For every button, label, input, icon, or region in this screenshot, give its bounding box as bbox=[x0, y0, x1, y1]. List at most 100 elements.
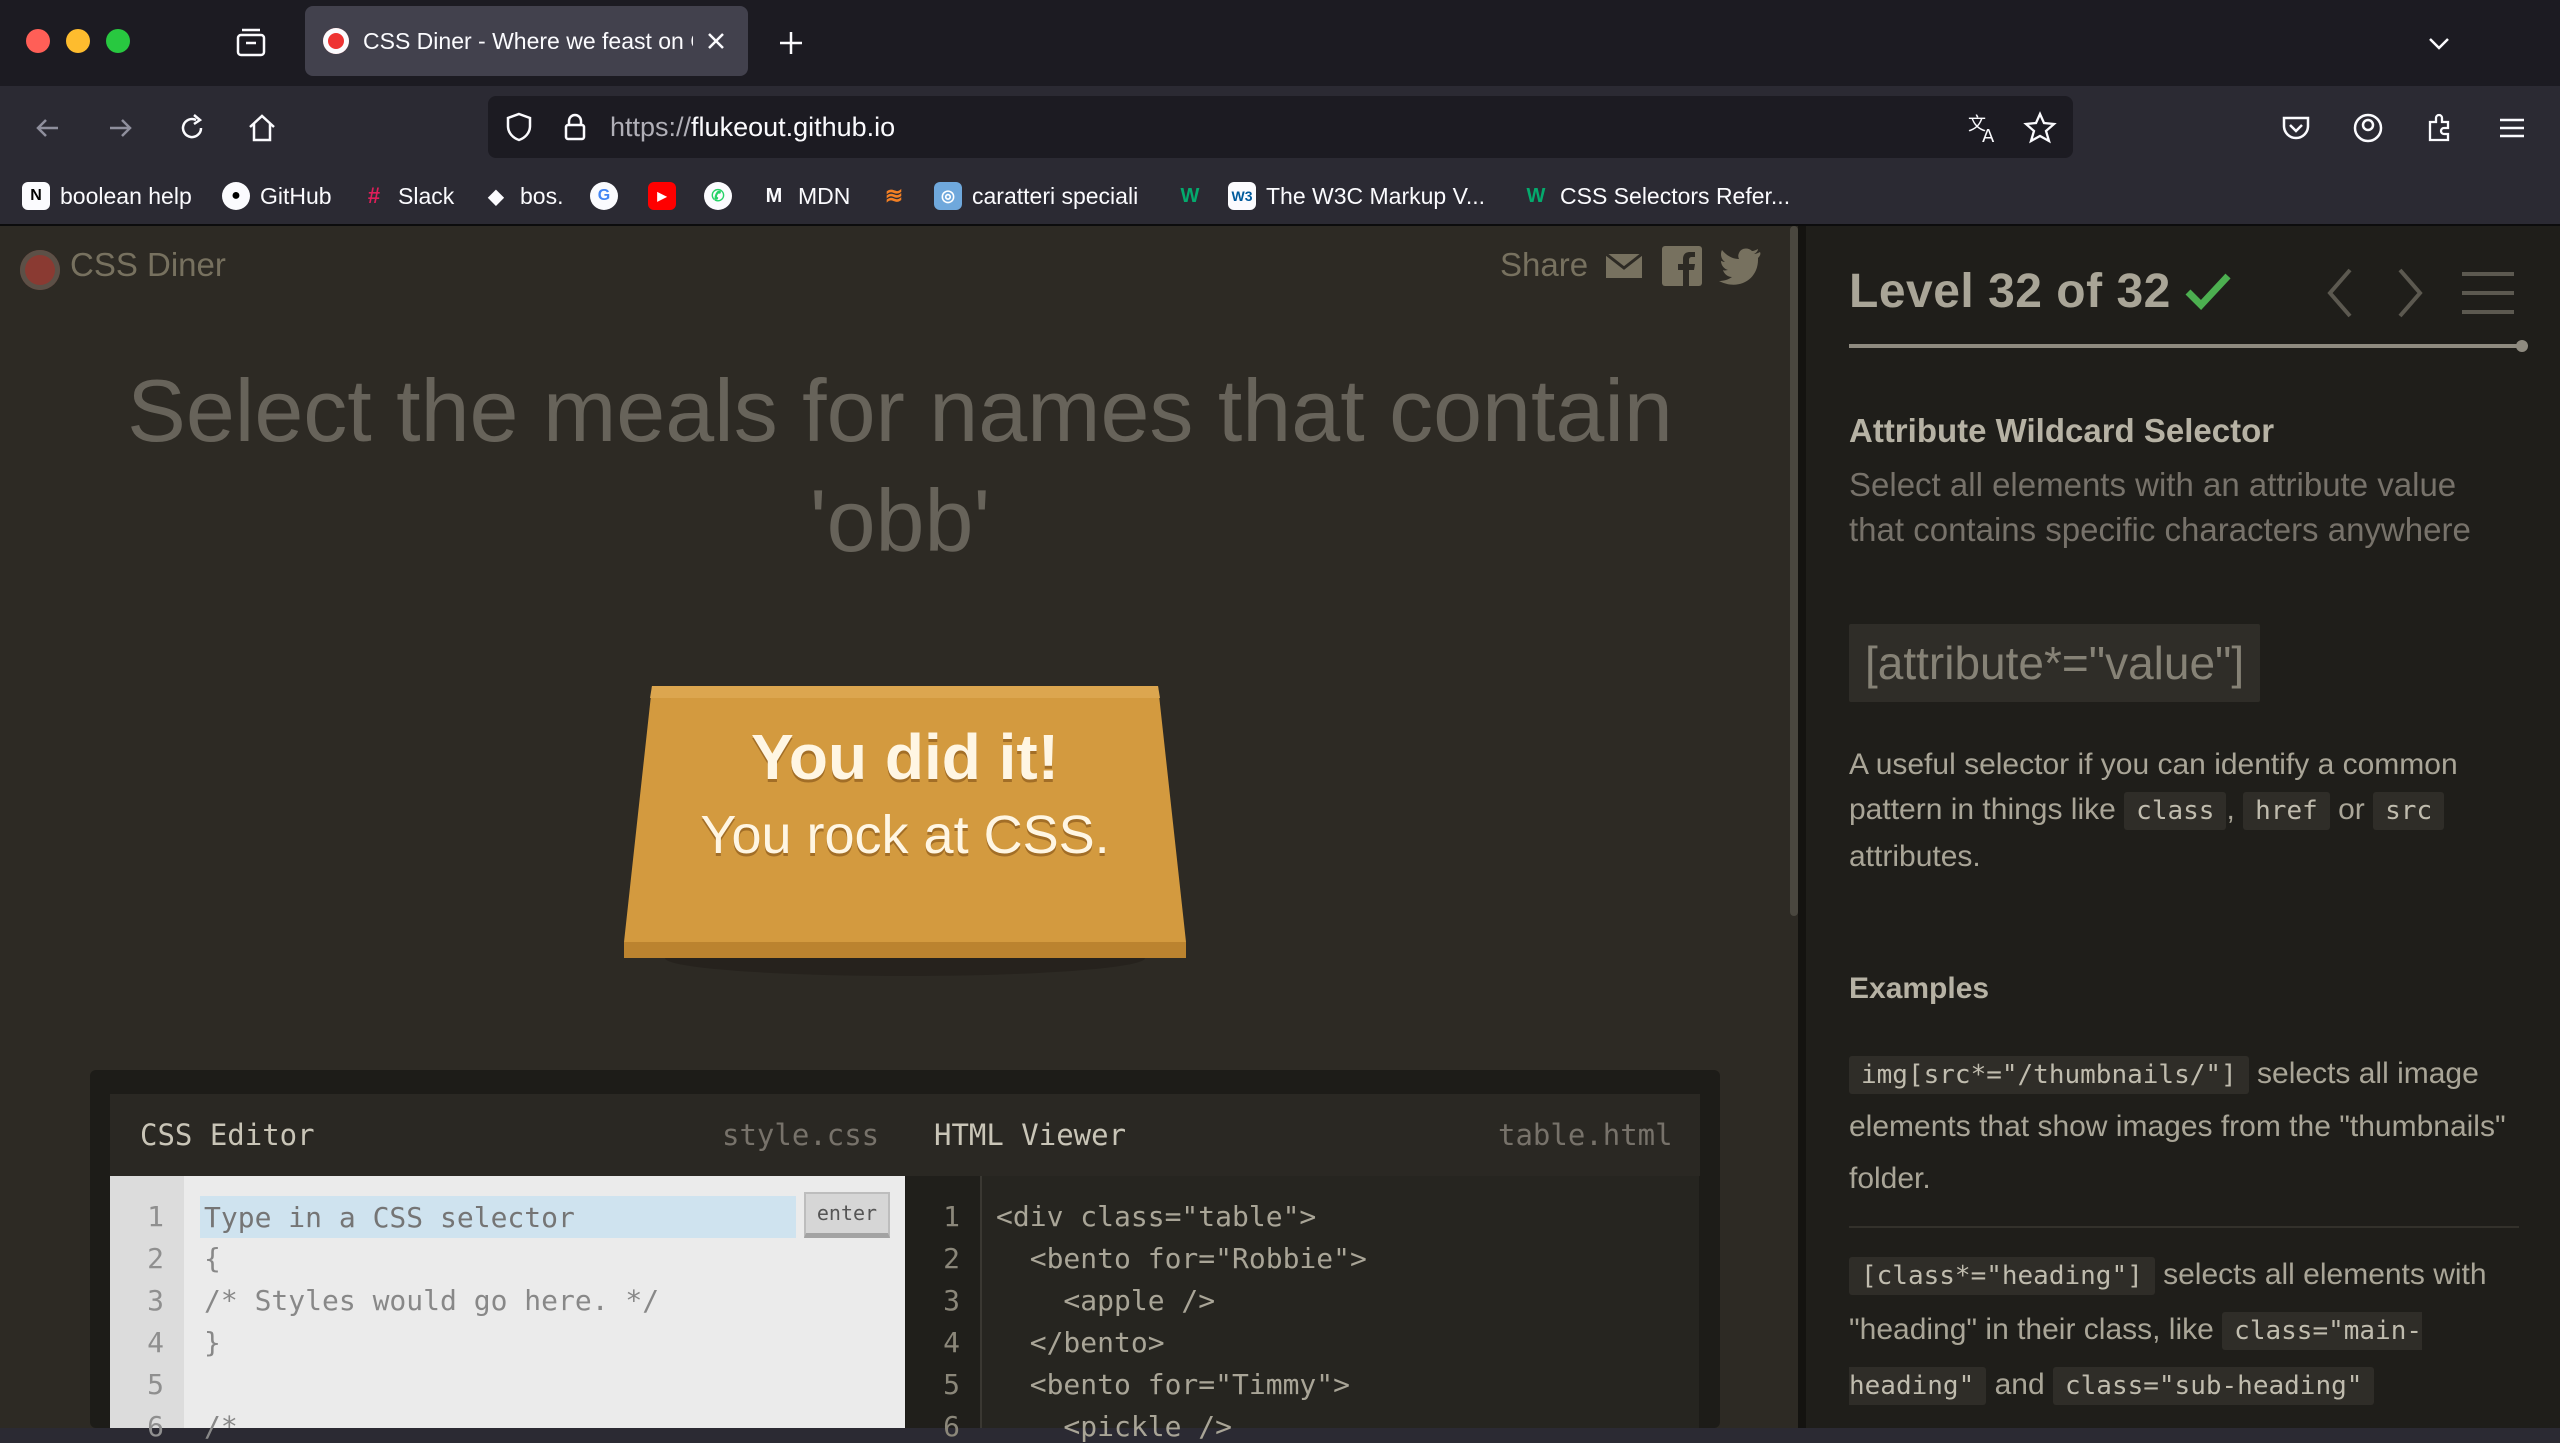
collections-icon[interactable] bbox=[234, 26, 268, 60]
line-number: 4 bbox=[147, 1326, 164, 1359]
bookmark-label: Slack bbox=[398, 182, 455, 209]
globe-icon: ◎ bbox=[934, 182, 962, 210]
line-number: 3 bbox=[943, 1284, 960, 1317]
diamond-icon: ◆ bbox=[488, 185, 504, 208]
account-icon[interactable] bbox=[2350, 110, 2386, 146]
line-number: 1 bbox=[147, 1200, 164, 1233]
bookmark-star-icon[interactable] bbox=[2022, 110, 2058, 146]
translate-icon[interactable]: 文A bbox=[1966, 110, 2002, 146]
forward-arrow-icon[interactable] bbox=[102, 110, 138, 146]
instruction-line-1: Select the meals for names that contain bbox=[127, 361, 1673, 460]
list-all-tabs-chevron-down-icon[interactable] bbox=[2422, 26, 2456, 60]
url-domain: flukeout.github.io bbox=[691, 112, 896, 142]
reload-icon[interactable] bbox=[174, 110, 210, 146]
lock-icon[interactable] bbox=[558, 110, 592, 144]
mdn-icon: M bbox=[765, 184, 783, 207]
bookmark-label: boolean help bbox=[60, 182, 192, 209]
completed-checkmark-icon bbox=[2185, 273, 2231, 311]
hint-code-class: class bbox=[2124, 792, 2227, 830]
app-menu-hamburger-icon[interactable] bbox=[2494, 110, 2530, 146]
bookmark-github[interactable]: ● GitHub bbox=[222, 178, 332, 214]
hint-or: or bbox=[2338, 793, 2365, 826]
selector-syntax: [attribute*="value"] bbox=[1849, 624, 2261, 702]
bookmark-mdn[interactable]: M MDN bbox=[760, 178, 851, 214]
zoom-window-button[interactable] bbox=[106, 29, 130, 53]
w3c-icon: W3 bbox=[1228, 182, 1256, 210]
css-selector-input[interactable] bbox=[200, 1196, 796, 1238]
css-code-line: } bbox=[204, 1326, 221, 1359]
line-number: 4 bbox=[943, 1326, 960, 1359]
tracking-protection-shield-icon[interactable] bbox=[502, 110, 536, 144]
close-window-button[interactable] bbox=[26, 29, 50, 53]
new-tab-icon[interactable] bbox=[774, 26, 808, 60]
html-code-line[interactable]: <apple /> bbox=[996, 1284, 1215, 1317]
enter-button[interactable]: enter bbox=[804, 1192, 890, 1238]
tab-css-diner[interactable]: CSS Diner - Where we feast on C bbox=[305, 6, 748, 76]
stackoverflow-icon[interactable]: ≋ bbox=[880, 182, 908, 210]
w3schools-icon[interactable]: W bbox=[1176, 182, 1204, 210]
selector-hint: A useful selector if you can identify a … bbox=[1849, 742, 2509, 879]
share-label: Share bbox=[1500, 246, 1589, 283]
line-number: 5 bbox=[147, 1368, 164, 1401]
game-scrollbar[interactable] bbox=[1790, 226, 1798, 916]
example-2-and: and bbox=[1994, 1368, 2045, 1401]
example-1: img[src*="/thumbnails/"] selects all ima… bbox=[1849, 1048, 2509, 1205]
next-level-chevron-right-icon[interactable] bbox=[2392, 266, 2428, 320]
bookmark-w3c-markup[interactable]: W3 The W3C Markup V... bbox=[1228, 178, 1485, 214]
instruction-line-2: 'obb' bbox=[809, 471, 991, 570]
bookmark-caratteri-speciali[interactable]: ◎ caratteri speciali bbox=[934, 178, 1138, 214]
slack-icon: # bbox=[367, 183, 381, 208]
minimize-window-button[interactable] bbox=[66, 29, 90, 53]
url-text[interactable]: https://flukeout.github.io bbox=[610, 112, 895, 143]
hint-separator: , bbox=[2226, 793, 2235, 826]
html-viewer-title: HTML Viewer bbox=[934, 1118, 1127, 1152]
progress-end-dot bbox=[2516, 340, 2528, 352]
notion-icon: N bbox=[22, 182, 50, 210]
bookmark-css-selectors-ref[interactable]: W CSS Selectors Refer... bbox=[1522, 178, 1791, 214]
html-code-line[interactable]: <div class="table"> bbox=[996, 1200, 1316, 1233]
whatsapp-icon[interactable]: ✆ bbox=[704, 182, 732, 210]
bookmark-label: GitHub bbox=[260, 182, 332, 209]
pocket-icon[interactable] bbox=[2278, 110, 2314, 146]
line-number: 5 bbox=[943, 1368, 960, 1401]
level-progress-fill bbox=[1849, 344, 2525, 348]
html-code-line[interactable]: <pickle /> bbox=[996, 1410, 1232, 1443]
github-icon: ● bbox=[222, 182, 250, 210]
url-scheme: https:// bbox=[610, 112, 692, 142]
close-tab-icon[interactable] bbox=[701, 26, 731, 56]
line-number: 2 bbox=[147, 1242, 164, 1275]
level-progress-bar bbox=[1849, 344, 2525, 348]
line-number: 6 bbox=[147, 1410, 164, 1443]
level-menu-hamburger-icon[interactable] bbox=[2460, 270, 2516, 316]
selector-description: Select all elements with an attribute va… bbox=[1849, 466, 2471, 548]
example-2-code-sub-heading: class="sub-heading" bbox=[2052, 1367, 2375, 1405]
hint-code-src: src bbox=[2373, 792, 2445, 830]
twitter-icon[interactable] bbox=[1718, 246, 1762, 286]
html-code-line[interactable]: <bento for="Timmy"> bbox=[996, 1368, 1350, 1401]
w3schools-icon: W bbox=[1526, 184, 1546, 207]
win-message-title: You did it! bbox=[750, 721, 1060, 793]
back-arrow-icon[interactable] bbox=[30, 110, 66, 146]
html-code-line[interactable]: <bento for="Robbie"> bbox=[996, 1242, 1367, 1275]
bookmark-label: MDN bbox=[798, 182, 851, 209]
css-code-line: { bbox=[204, 1242, 221, 1275]
bookmark-bos[interactable]: ◆ bos. bbox=[482, 178, 563, 214]
bookmark-slack[interactable]: # Slack bbox=[360, 178, 454, 214]
facebook-icon[interactable] bbox=[1662, 246, 1702, 286]
extensions-icon[interactable] bbox=[2422, 110, 2458, 146]
css-diner-logo-icon bbox=[20, 250, 60, 290]
css-code-line: /* bbox=[204, 1410, 238, 1443]
home-icon[interactable] bbox=[244, 110, 280, 146]
win-message-subtitle: You rock at CSS. bbox=[700, 805, 1110, 865]
example-2: [class*="heading"] selects all elements … bbox=[1849, 1248, 2519, 1413]
html-code-line[interactable]: </bento> bbox=[996, 1326, 1165, 1359]
examples-divider bbox=[1849, 1226, 2519, 1228]
email-icon[interactable] bbox=[1604, 250, 1644, 282]
google-icon[interactable]: G bbox=[590, 182, 618, 210]
bookmark-boolean-help[interactable]: N boolean help bbox=[22, 178, 192, 214]
tab-title: CSS Diner - Where we feast on C bbox=[363, 28, 693, 54]
previous-level-chevron-left-icon[interactable] bbox=[2322, 266, 2358, 320]
youtube-icon[interactable]: ▶ bbox=[648, 182, 676, 210]
line-number: 3 bbox=[147, 1284, 164, 1317]
css-editor-filename: style.css bbox=[722, 1118, 880, 1152]
